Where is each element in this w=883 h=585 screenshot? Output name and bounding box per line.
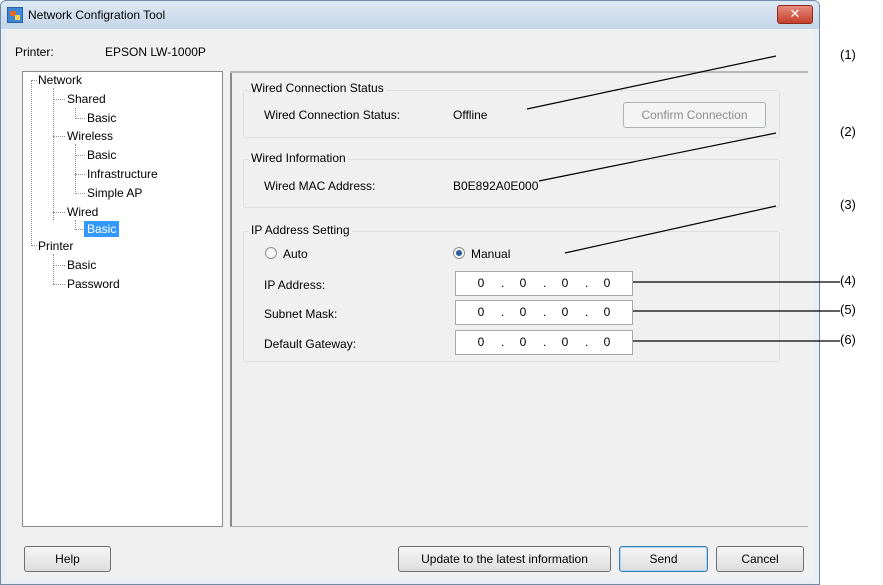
callout-line-1 bbox=[526, 55, 777, 110]
callout-label-3: (3) bbox=[840, 197, 856, 212]
callout-label-4: (4) bbox=[840, 273, 856, 288]
callout-line-2 bbox=[538, 132, 777, 182]
callout-lines bbox=[526, 55, 840, 342]
callout-label-5: (5) bbox=[840, 302, 856, 317]
callout-line-3 bbox=[564, 205, 777, 254]
callout-label-1: (1) bbox=[840, 47, 856, 62]
callout-label-6: (6) bbox=[840, 332, 856, 347]
callout-label-2: (2) bbox=[840, 124, 856, 139]
